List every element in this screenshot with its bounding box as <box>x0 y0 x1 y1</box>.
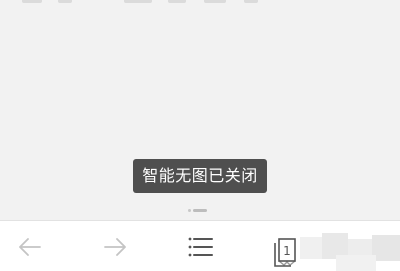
menu-button[interactable] <box>170 221 230 271</box>
obscured-area <box>300 229 400 271</box>
arrow-left-icon <box>17 236 43 258</box>
arrow-right-icon <box>102 236 128 258</box>
forward-button[interactable] <box>85 221 145 271</box>
browser-screen: 智能无图已关闭 1 <box>0 0 400 271</box>
back-button[interactable] <box>0 221 60 271</box>
menu-icon <box>186 235 214 259</box>
toast-message: 智能无图已关闭 <box>133 159 267 193</box>
tab-count: 1 <box>283 244 291 258</box>
bottom-toolbar: 1 <box>0 220 400 271</box>
tabs-icon: 1 <box>270 234 300 271</box>
drag-handle[interactable] <box>188 209 207 212</box>
